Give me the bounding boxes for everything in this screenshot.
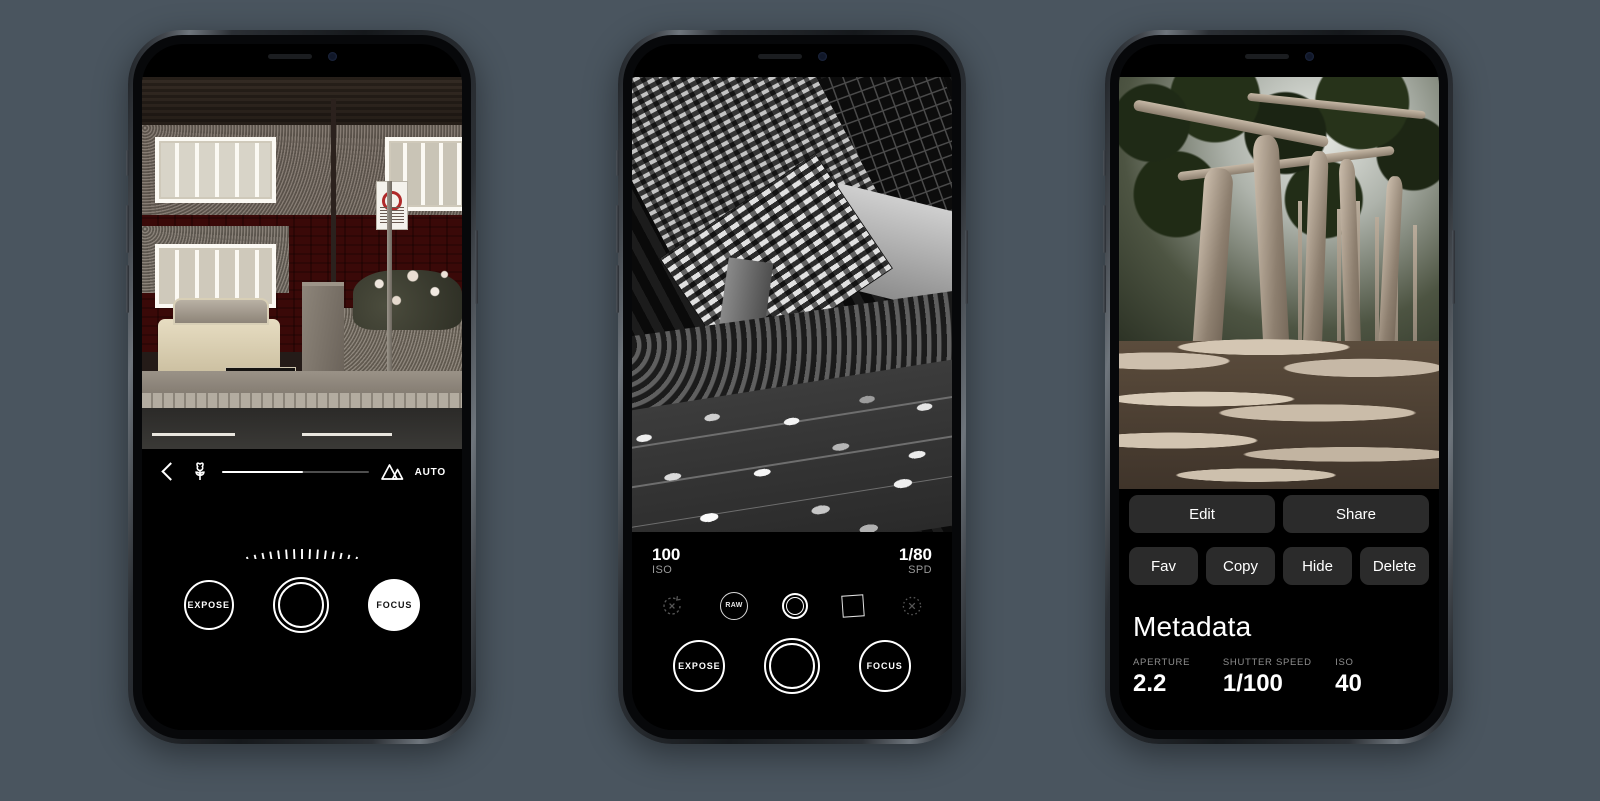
phone-camera-settings: 100 ISO 1/80 SPD RAW EXPOSE FOCUS — [616, 30, 968, 744]
detail-photo-banyan-tree[interactable] — [1119, 77, 1439, 489]
speed-readout[interactable]: 1/80 SPD — [899, 546, 932, 576]
phone-2-bezel: 100 ISO 1/80 SPD RAW EXPOSE FOCUS — [623, 35, 961, 739]
back-chevron-icon[interactable] — [158, 462, 178, 482]
timer-off-icon[interactable] — [658, 592, 686, 620]
focus-button[interactable]: FOCUS — [858, 639, 911, 692]
volume-down-button[interactable] — [1103, 265, 1106, 313]
power-button[interactable] — [475, 230, 478, 304]
phone-1-bezel: AUTO EXPOSE FOCUS — [133, 35, 471, 739]
focus-control-row: AUTO — [142, 449, 462, 495]
metadata-field-aperture: APERTURE 2.2 — [1133, 657, 1223, 698]
edit-button[interactable]: Edit — [1129, 495, 1275, 533]
expose-button[interactable]: EXPOSE — [183, 580, 234, 630]
earpiece-speaker — [267, 54, 312, 59]
notch — [717, 44, 867, 69]
volume-up-button[interactable] — [1103, 205, 1106, 253]
viewfinder-photo-aerial-city — [632, 77, 952, 532]
delete-button[interactable]: Delete — [1360, 547, 1429, 585]
power-button[interactable] — [1452, 230, 1455, 304]
share-button[interactable]: Share — [1283, 495, 1429, 533]
phone-1-shutter-row: EXPOSE FOCUS — [142, 559, 462, 651]
phone-camera-manual: AUTO EXPOSE FOCUS — [126, 30, 478, 744]
phone-2-controls: 100 ISO 1/80 SPD RAW EXPOSE FOCUS — [632, 532, 952, 730]
phone-3-controls: Edit Share Fav Copy Hide Delete Metadata — [1119, 489, 1439, 730]
phone-3-screen: Edit Share Fav Copy Hide Delete Metadata — [1119, 44, 1439, 730]
front-camera-icon — [1304, 52, 1314, 61]
secondary-action-row: Fav Copy Hide Delete — [1119, 541, 1439, 585]
aperture-label: APERTURE — [1133, 657, 1191, 668]
flash-off-icon[interactable] — [898, 592, 926, 620]
shutter-button[interactable] — [763, 637, 820, 694]
hide-button[interactable]: Hide — [1283, 547, 1352, 585]
volume-up-button[interactable] — [126, 205, 129, 253]
phone-photo-detail: Edit Share Fav Copy Hide Delete Metadata — [1103, 30, 1455, 744]
aperture-value: 2.2 — [1133, 670, 1167, 697]
earpiece-speaker — [1244, 54, 1289, 59]
expose-button[interactable]: EXPOSE — [673, 639, 726, 692]
metadata-field-shutter-speed: SHUTTER SPEED 1/100 — [1223, 657, 1335, 698]
iso-label: ISO — [652, 563, 673, 576]
metadata-title: Metadata — [1133, 611, 1252, 642]
exposure-ring-icon[interactable] — [782, 592, 808, 619]
silent-switch[interactable] — [126, 150, 129, 176]
primary-action-row: Edit Share — [1119, 489, 1439, 533]
tulip-icon[interactable] — [188, 460, 212, 484]
notch — [1204, 44, 1354, 69]
speed-label: SPD — [908, 563, 932, 576]
front-camera-icon — [327, 52, 337, 61]
phone-2-shutter-row: EXPOSE FOCUS — [632, 620, 952, 712]
phone-2-screen: 100 ISO 1/80 SPD RAW EXPOSE FOCUS — [632, 44, 952, 730]
iso-value: 40 — [1335, 670, 1362, 697]
viewfinder-photo-brick-house — [142, 77, 462, 449]
raw-icon[interactable]: RAW — [720, 591, 748, 620]
focus-slider[interactable] — [222, 470, 369, 474]
exposure-readout: 100 ISO 1/80 SPD — [632, 532, 952, 576]
volume-down-button[interactable] — [616, 265, 619, 313]
shutter-speed-label: SHUTTER SPEED — [1222, 657, 1312, 668]
speed-value: 1/80 — [898, 545, 932, 564]
auto-mode-label[interactable]: AUTO — [415, 467, 446, 478]
aspect-square-icon[interactable] — [841, 594, 865, 618]
copy-button[interactable]: Copy — [1206, 547, 1275, 585]
mountain-icon[interactable] — [379, 460, 405, 484]
metadata-grid: APERTURE 2.2 SHUTTER SPEED 1/100 ISO 40 — [1133, 657, 1425, 698]
camera-options-row: RAW — [632, 576, 952, 620]
iso-readout[interactable]: 100 ISO — [652, 546, 680, 576]
shutter-speed-value: 1/100 — [1222, 670, 1283, 697]
phone-1-controls: AUTO EXPOSE FOCUS — [142, 449, 462, 730]
iso-label: ISO — [1335, 657, 1354, 668]
metadata-field-iso: ISO 40 — [1335, 657, 1425, 698]
front-camera-icon — [817, 52, 827, 61]
fav-button[interactable]: Fav — [1129, 547, 1198, 585]
notch — [227, 44, 377, 69]
shutter-button[interactable] — [272, 577, 329, 633]
exposure-dial[interactable] — [142, 495, 462, 559]
phone-3-bezel: Edit Share Fav Copy Hide Delete Metadata — [1110, 35, 1448, 739]
focus-button[interactable]: FOCUS — [368, 579, 421, 631]
screenshot-canvas: AUTO EXPOSE FOCUS 100 ISO 1/80 SPD RAW E… — [0, 0, 1600, 801]
iso-value: 100 — [652, 545, 681, 564]
earpiece-speaker — [757, 54, 802, 59]
power-button[interactable] — [965, 230, 968, 304]
volume-up-button[interactable] — [616, 205, 619, 253]
volume-down-button[interactable] — [126, 265, 129, 313]
silent-switch[interactable] — [1103, 150, 1106, 176]
phone-1-screen: AUTO EXPOSE FOCUS — [142, 44, 462, 730]
silent-switch[interactable] — [616, 150, 619, 176]
metadata-section: Metadata APERTURE 2.2 SHUTTER SPEED 1/10… — [1119, 585, 1439, 698]
